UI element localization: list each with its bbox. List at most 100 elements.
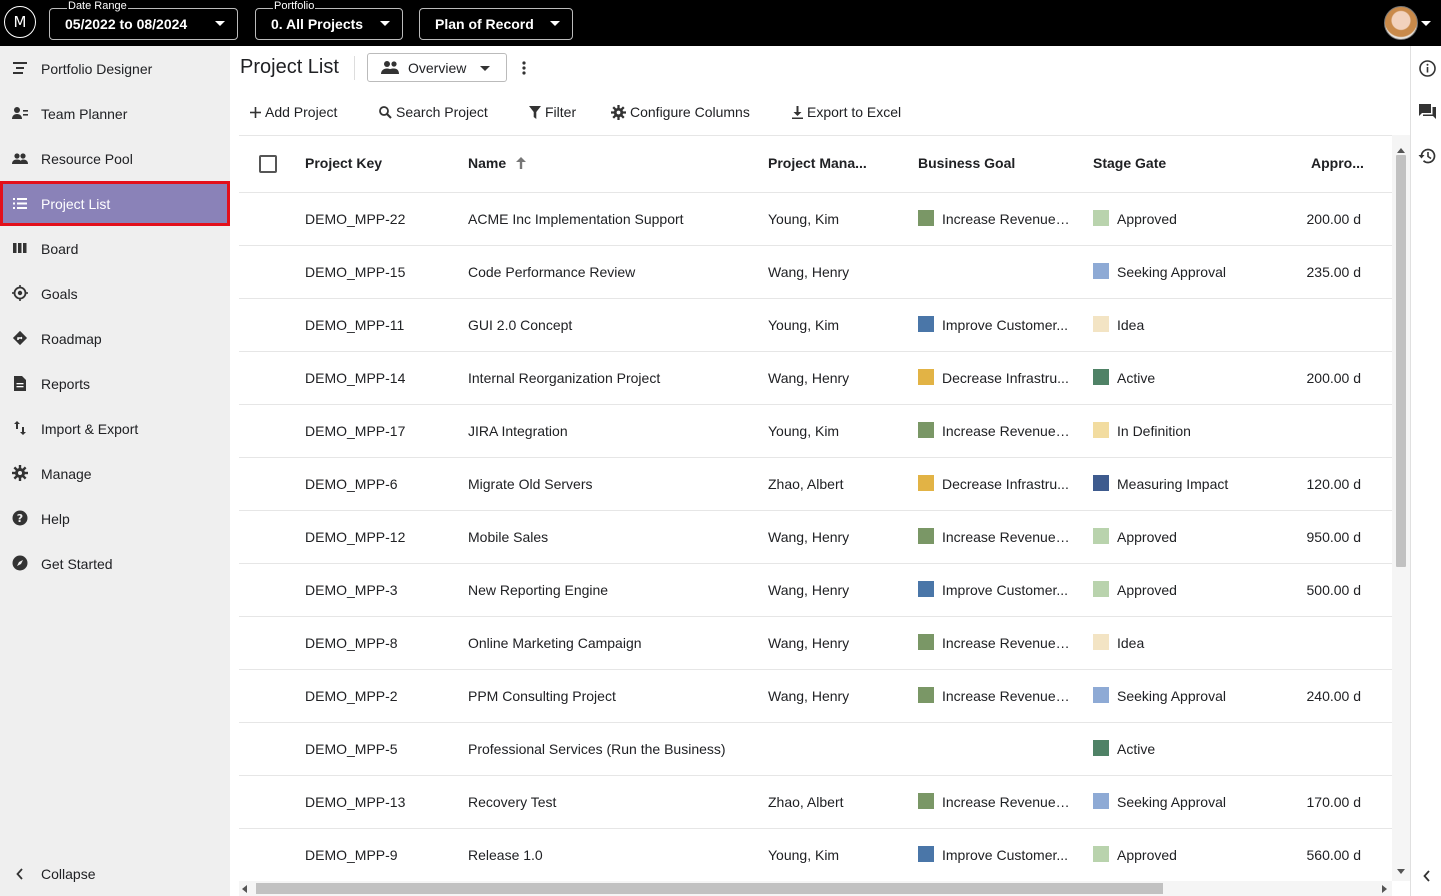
- table-row[interactable]: DEMO_MPP-17 JIRA Integration Young, Kim Inc…: [239, 405, 1392, 458]
- cell-project-key[interactable]: DEMO_MPP-8: [305, 635, 455, 651]
- cell-project-manager: Young, Kim: [768, 211, 840, 227]
- cell-name[interactable]: Release 1.0: [468, 847, 758, 863]
- add-project-label: Add Project: [265, 104, 338, 120]
- cell-stage-gate: Approved: [1117, 211, 1177, 227]
- sidebar-item-reports[interactable]: Reports: [0, 361, 230, 406]
- cell-name[interactable]: PPM Consulting Project: [468, 688, 758, 704]
- cell-name[interactable]: Online Marketing Campaign: [468, 635, 758, 651]
- resource-pool-icon: [12, 150, 28, 166]
- column-header-approved[interactable]: Appro...: [1311, 155, 1364, 171]
- configure-columns-button[interactable]: Configure Columns: [611, 100, 750, 124]
- sidebar-item-resource-pool[interactable]: Resource Pool: [0, 136, 230, 181]
- cell-project-key[interactable]: DEMO_MPP-12: [305, 529, 455, 545]
- cell-stage-gate: Idea: [1117, 635, 1145, 651]
- cell-stage-gate: Approved: [1117, 847, 1177, 863]
- sidebar-item-board[interactable]: Board: [0, 226, 230, 271]
- sidebar-item-manage[interactable]: Manage: [0, 451, 230, 496]
- table-row[interactable]: DEMO_MPP-5 Professional Services (Run the…: [239, 723, 1392, 776]
- cell-stage-gate: Approved: [1117, 529, 1177, 545]
- sidebar-item-help[interactable]: ? Help: [0, 496, 230, 541]
- search-project-button[interactable]: Search Project: [379, 100, 488, 124]
- more-options-icon[interactable]: [518, 58, 530, 78]
- column-header-stage-gate[interactable]: Stage Gate: [1093, 155, 1166, 171]
- scroll-right-icon[interactable]: [1382, 885, 1387, 893]
- table-row[interactable]: DEMO_MPP-8 Online Marketing Campaign Wang,…: [239, 617, 1392, 670]
- sidebar-item-goals[interactable]: Goals: [0, 271, 230, 316]
- cell-project-key[interactable]: DEMO_MPP-5: [305, 741, 455, 757]
- app-logo[interactable]: M: [4, 6, 36, 38]
- cell-project-key[interactable]: DEMO_MPP-22: [305, 211, 455, 227]
- table-row[interactable]: DEMO_MPP-2 PPM Consulting Project Wang, He…: [239, 670, 1392, 723]
- cell-name[interactable]: Recovery Test: [468, 794, 758, 810]
- cell-project-manager: Young, Kim: [768, 847, 840, 863]
- cell-project-key[interactable]: DEMO_MPP-9: [305, 847, 455, 863]
- sidebar-item-portfolio-designer[interactable]: Portfolio Designer: [0, 46, 230, 91]
- cell-project-key[interactable]: DEMO_MPP-2: [305, 688, 455, 704]
- sidebar-item-import-export[interactable]: Import & Export: [0, 406, 230, 451]
- table-row[interactable]: DEMO_MPP-13 Recovery Test Zhao, Albert Incr…: [239, 776, 1392, 829]
- sidebar-item-project-list[interactable]: Project List: [0, 181, 230, 226]
- view-dropdown-value: Overview: [408, 59, 467, 76]
- cell-name[interactable]: New Reporting Engine: [468, 582, 758, 598]
- cell-project-key[interactable]: DEMO_MPP-6: [305, 476, 455, 492]
- cell-name[interactable]: GUI 2.0 Concept: [468, 317, 758, 333]
- export-to-excel-button[interactable]: Export to Excel: [792, 100, 901, 124]
- vertical-scrollbar[interactable]: [1392, 135, 1410, 881]
- project-table: Project Key Name Project Mana... Busines…: [239, 135, 1392, 881]
- scroll-left-icon[interactable]: [242, 885, 247, 893]
- collapse-button[interactable]: Collapse: [0, 852, 230, 896]
- table-row[interactable]: DEMO_MPP-3 New Reporting Engine Wang, Henr…: [239, 564, 1392, 617]
- avatar[interactable]: [1384, 6, 1418, 40]
- table-row[interactable]: DEMO_MPP-22 ACME Inc Implementation Suppo…: [239, 193, 1392, 246]
- chevron-left-icon[interactable]: [1417, 866, 1437, 886]
- cell-project-key[interactable]: DEMO_MPP-15: [305, 264, 455, 280]
- scroll-up-icon[interactable]: [1397, 148, 1405, 153]
- cell-project-manager: Wang, Henry: [768, 635, 850, 651]
- cell-name[interactable]: ACME Inc Implementation Support: [468, 211, 758, 227]
- table-row[interactable]: DEMO_MPP-15 Code Performance Review Wang, …: [239, 246, 1392, 299]
- cell-name[interactable]: Professional Services (Run the Business): [468, 741, 758, 757]
- cell-business-goal: Improve Customer...: [942, 847, 1069, 863]
- select-all-checkbox[interactable]: [259, 155, 277, 173]
- column-header-name[interactable]: Name: [468, 155, 527, 171]
- date-range-dropdown[interactable]: 05/2022 to 08/2024: [49, 8, 238, 40]
- cell-name[interactable]: Internal Reorganization Project: [468, 370, 758, 386]
- cell-project-key[interactable]: DEMO_MPP-11: [305, 317, 455, 333]
- scroll-down-icon[interactable]: [1397, 869, 1405, 874]
- filter-button[interactable]: Filter: [529, 100, 576, 124]
- comments-icon[interactable]: [1417, 102, 1437, 122]
- cell-project-key[interactable]: DEMO_MPP-14: [305, 370, 455, 386]
- horizontal-scrollbar[interactable]: [239, 881, 1392, 896]
- chevron-down-icon[interactable]: [1421, 21, 1431, 26]
- cell-name[interactable]: JIRA Integration: [468, 423, 758, 439]
- history-icon[interactable]: [1417, 146, 1437, 166]
- portfolio-dropdown[interactable]: 0. All Projects: [255, 8, 403, 40]
- column-header-project-manager[interactable]: Project Mana...: [768, 155, 867, 171]
- cell-project-key[interactable]: DEMO_MPP-13: [305, 794, 455, 810]
- cell-name[interactable]: Mobile Sales: [468, 529, 758, 545]
- info-icon[interactable]: [1417, 58, 1437, 78]
- column-header-project-key[interactable]: Project Key: [305, 155, 382, 171]
- cell-project-key[interactable]: DEMO_MPP-3: [305, 582, 455, 598]
- sidebar-item-team-planner[interactable]: Team Planner: [0, 91, 230, 136]
- table-row[interactable]: DEMO_MPP-11 GUI 2.0 Concept Young, Kim Impr…: [239, 299, 1392, 352]
- cell-project-key[interactable]: DEMO_MPP-17: [305, 423, 455, 439]
- cell-name[interactable]: Migrate Old Servers: [468, 476, 758, 492]
- add-project-button[interactable]: Add Project: [250, 100, 337, 124]
- cell-stage-gate: Seeking Approval: [1117, 794, 1226, 810]
- column-header-business-goal[interactable]: Business Goal: [918, 155, 1015, 171]
- collapse-label: Collapse: [41, 866, 96, 882]
- scrollbar-thumb[interactable]: [1396, 155, 1406, 567]
- table-row[interactable]: DEMO_MPP-14 Internal Reorganization Proje…: [239, 352, 1392, 405]
- table-row[interactable]: DEMO_MPP-6 Migrate Old Servers Zhao, Alber…: [239, 458, 1392, 511]
- sidebar-item-roadmap[interactable]: Roadmap: [0, 316, 230, 361]
- date-range-value: 05/2022 to 08/2024: [65, 16, 188, 32]
- scrollbar-thumb[interactable]: [256, 883, 1163, 894]
- cell-project-manager: Young, Kim: [768, 423, 840, 439]
- sidebar-item-get-started[interactable]: Get Started: [0, 541, 230, 586]
- cell-name[interactable]: Code Performance Review: [468, 264, 758, 280]
- plan-dropdown[interactable]: Plan of Record: [419, 8, 573, 40]
- view-dropdown[interactable]: Overview: [367, 53, 507, 82]
- table-row[interactable]: DEMO_MPP-12 Mobile Sales Wang, Henry Increa…: [239, 511, 1392, 564]
- table-row[interactable]: DEMO_MPP-9 Release 1.0 Young, Kim Improve C…: [239, 829, 1392, 881]
